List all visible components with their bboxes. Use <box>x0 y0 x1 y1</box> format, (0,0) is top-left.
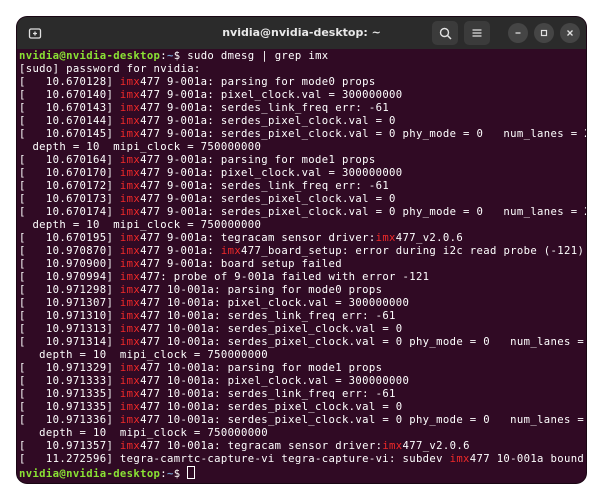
search-icon <box>439 27 452 40</box>
grep-match-highlight: imx <box>119 401 141 413</box>
grep-match-highlight: imx <box>119 258 141 270</box>
output-line: [ 10.670173] imx477 9-001a: serdes_pixel… <box>19 193 396 205</box>
grep-match-highlight: imx <box>119 115 141 127</box>
minimize-icon <box>515 32 521 34</box>
maximize-button[interactable] <box>534 23 554 43</box>
output-line: [ 10.971307] imx477 10-001a: pixel_clock… <box>19 297 410 309</box>
prompt-path: ~ <box>167 50 174 62</box>
grep-match-highlight: imx <box>119 440 141 452</box>
prompt-symbol: $ <box>173 50 188 62</box>
output-line: [ 10.971314] imx477 10-001a: serdes_pixe… <box>19 336 586 348</box>
new-tab-button[interactable] <box>21 21 49 45</box>
grep-match-highlight: imx <box>119 388 141 400</box>
search-button[interactable] <box>432 21 458 45</box>
output-line: [ 10.670195] imx477 9-001a: tegracam sen… <box>19 232 464 244</box>
output-line: [ 10.971336] imx477 10-001a: serdes_pixe… <box>19 414 586 426</box>
output-line: [ 10.970900] imx477 9-001a: board setup … <box>19 258 342 270</box>
grep-match-highlight: imx <box>375 232 396 244</box>
output-line: [ 10.970994] imx477: probe of 9-001a fai… <box>19 271 430 283</box>
close-icon <box>567 30 573 36</box>
output-line: depth = 10 mipi_clock = 750000000 <box>19 219 262 231</box>
grep-match-highlight: imx <box>119 336 141 348</box>
command-line: nvidia@nvidia-desktop:~$ sudo dmesg | gr… <box>19 50 329 63</box>
new-tab-icon <box>28 28 42 39</box>
output-line: [ 10.971357] imx477 10-001a: tegracam se… <box>19 440 470 452</box>
output-line: [ 10.670164] imx477 9-001a: parsing for … <box>19 154 376 166</box>
grep-match-highlight: imx <box>119 206 141 218</box>
grep-match-highlight: imx <box>119 180 141 192</box>
output-line: [ 10.670170] imx477 9-001a: pixel_clock.… <box>19 167 403 179</box>
output-line: [sudo] password for nvidia: <box>19 63 201 75</box>
grep-match-highlight: imx <box>119 154 141 166</box>
grep-match-highlight: imx <box>119 193 141 205</box>
output-line: [ 10.971335] imx477 10-001a: serdes_link… <box>19 388 396 400</box>
output-line: depth = 10 mipi_clock = 750000000 <box>19 349 268 361</box>
grep-match-highlight: imx <box>119 167 141 179</box>
prompt-user-host: nvidia@nvidia-desktop <box>19 468 161 480</box>
output-line: depth = 10 mipi_clock = 750000000 <box>19 427 268 439</box>
output-line: [ 10.670128] imx477 9-001a: parsing for … <box>19 76 376 88</box>
terminal-window: nvidia@nvidia-desktop: ~ nvidia@nvidia-d… <box>17 17 586 483</box>
grep-match-highlight: imx <box>119 375 141 387</box>
grep-match-highlight: imx <box>119 297 141 309</box>
prompt-path: ~ <box>167 468 174 480</box>
grep-match-highlight: imx <box>119 245 141 257</box>
output-line: [ 10.670144] imx477 9-001a: serdes_pixel… <box>19 115 396 127</box>
text-cursor <box>187 466 196 479</box>
maximize-icon <box>540 29 548 37</box>
output-line: [ 10.971335] imx477 10-001a: serdes_pixe… <box>19 401 403 413</box>
output-line: depth = 10 mipi_clock = 750000000 <box>19 141 262 153</box>
output-line: [ 11.272596] tegra-camrtc-capture-vi teg… <box>19 453 585 465</box>
output-line: [ 10.670174] imx477 9-001a: serdes_pixel… <box>19 206 586 218</box>
grep-match-highlight: imx <box>119 310 141 322</box>
output-line: [ 10.670172] imx477 9-001a: serdes_link_… <box>19 180 390 192</box>
final-prompt-line: nvidia@nvidia-desktop:~$ <box>19 466 196 480</box>
window-title: nvidia@nvidia-desktop: ~ <box>222 26 381 39</box>
grep-match-highlight: imx <box>382 440 403 452</box>
grep-match-highlight: imx <box>449 453 470 465</box>
output-line: [ 10.670140] imx477 9-001a: pixel_clock.… <box>19 89 403 101</box>
grep-match-highlight: imx <box>220 245 242 257</box>
title-bar[interactable]: nvidia@nvidia-desktop: ~ <box>17 17 586 49</box>
prompt-symbol: $ <box>173 468 188 480</box>
output-line: [ 10.971310] imx477 10-001a: serdes_link… <box>19 310 396 322</box>
grep-match-highlight: imx <box>119 271 141 283</box>
grep-match-highlight: imx <box>119 232 141 244</box>
menu-button[interactable] <box>464 21 490 45</box>
grep-match-highlight: imx <box>119 284 141 296</box>
grep-match-highlight: imx <box>119 128 141 140</box>
grep-match-highlight: imx <box>119 414 141 426</box>
terminal-output[interactable]: nvidia@nvidia-desktop:~$ sudo dmesg | gr… <box>19 50 586 480</box>
output-line: [ 10.970870] imx477 9-001a: imx477_board… <box>19 245 585 257</box>
hamburger-menu-icon <box>472 29 482 37</box>
grep-match-highlight: imx <box>119 362 141 374</box>
grep-match-highlight: imx <box>119 76 141 88</box>
output-line: [ 10.670143] imx477 9-001a: serdes_link_… <box>19 102 390 114</box>
command-text: sudo dmesg | grep imx <box>187 50 329 62</box>
output-line: [ 10.670145] imx477 9-001a: serdes_pixel… <box>19 128 586 140</box>
output-line: [ 10.971313] imx477 10-001a: serdes_pixe… <box>19 323 403 335</box>
output-line: [ 10.971298] imx477 10-001a: parsing for… <box>19 284 383 296</box>
output-line: [ 10.971329] imx477 10-001a: parsing for… <box>19 362 383 374</box>
grep-match-highlight: imx <box>119 323 141 335</box>
minimize-button[interactable] <box>508 23 528 43</box>
grep-match-highlight: imx <box>119 89 141 101</box>
close-button[interactable] <box>560 23 580 43</box>
output-line: [ 10.971333] imx477 10-001a: pixel_clock… <box>19 375 410 387</box>
prompt-user-host: nvidia@nvidia-desktop <box>19 50 161 62</box>
grep-match-highlight: imx <box>119 102 141 114</box>
